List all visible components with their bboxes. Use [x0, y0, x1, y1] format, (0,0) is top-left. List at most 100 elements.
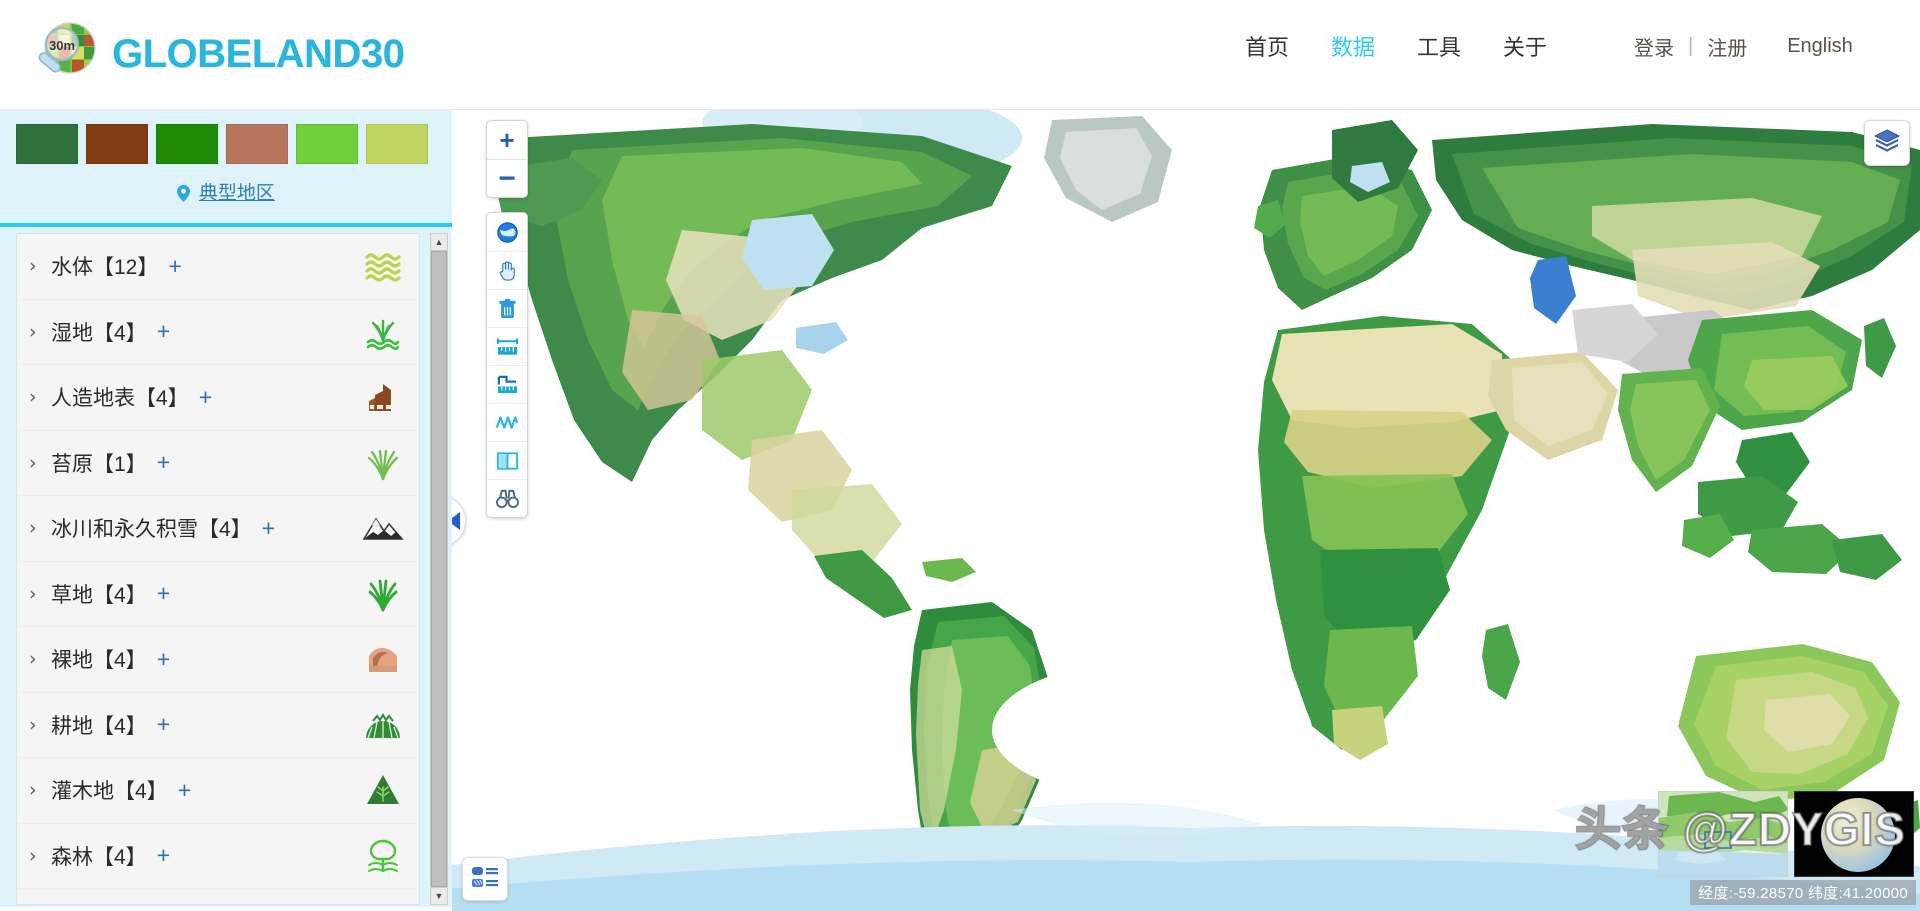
sidebar-panel: 典型地区 › 水体 【12】 + › 湿地 【4】 + › 人造地表 【4】 +…	[0, 110, 452, 911]
chevron-right-icon: ›	[29, 517, 37, 540]
chevron-right-icon: ›	[29, 582, 37, 605]
category-row-grassland[interactable]: › 草地 【4】 +	[17, 561, 419, 627]
category-row-wetland[interactable]: › 湿地 【4】 +	[17, 299, 419, 365]
category-count: 【4】	[114, 780, 168, 804]
tundra-icon	[361, 441, 405, 485]
category-label: 灌木地	[51, 780, 114, 804]
zoom-in-button[interactable]: +	[487, 121, 527, 159]
cultivated-land-icon	[361, 703, 405, 747]
artificial-surface-icon	[361, 375, 405, 419]
category-label: 森林	[51, 845, 93, 869]
category-row-forest[interactable]: › 森林 【4】 +	[17, 823, 419, 889]
wetland-icon	[361, 310, 405, 354]
legend-swatch-panel: 典型地区	[0, 110, 452, 227]
add-category-button[interactable]: +	[157, 449, 170, 476]
category-row-shrubland[interactable]: › 灌木地 【4】 +	[17, 758, 419, 824]
grassland-icon	[361, 572, 405, 616]
add-category-button[interactable]: +	[157, 842, 170, 869]
globe-icon	[1821, 798, 1895, 872]
layers-stack-icon	[1873, 128, 1901, 159]
typical-region-label: 典型地区	[198, 183, 275, 204]
color-swatch-4[interactable]	[226, 124, 288, 164]
map-viewport[interactable]: + − 头条 @ZDYGIS 经度:-59.28570 纬度:41.20000	[452, 110, 1920, 911]
category-row-cultivated-land[interactable]: › 耕地 【4】 +	[17, 692, 419, 758]
chevron-right-icon: ›	[29, 648, 37, 671]
chevron-right-icon: ›	[29, 844, 37, 867]
category-row-water[interactable]: › 水体 【12】 +	[17, 234, 419, 300]
thumbnail-landcover-preview[interactable]	[1658, 791, 1788, 877]
add-category-button[interactable]: +	[168, 253, 181, 280]
color-swatch-3[interactable]	[156, 124, 218, 164]
nav-item-data[interactable]: 数据	[1331, 30, 1375, 62]
color-swatch-6[interactable]	[366, 124, 428, 164]
category-label: 人造地表	[51, 387, 135, 411]
glacier-snow-icon	[361, 506, 405, 550]
category-row-tundra[interactable]: › 苔原 【1】 +	[17, 430, 419, 496]
logo-badge-text: 30m	[49, 38, 75, 53]
layers-button[interactable]	[1864, 120, 1910, 166]
site-header: 30m GLOBELAND30 首页 数据 工具 关于 登录 | 注册 Engl…	[0, 0, 1920, 110]
legend-list-icon	[470, 864, 500, 895]
login-link[interactable]: 登录	[1634, 32, 1674, 61]
binoculars-search-icon[interactable]	[487, 479, 527, 517]
zoom-out-button[interactable]: −	[487, 159, 527, 197]
add-category-button[interactable]: +	[157, 711, 170, 738]
language-switch-link[interactable]: English	[1787, 35, 1853, 58]
measure-area-icon[interactable]	[487, 365, 527, 403]
scroll-down-button[interactable]: ▼	[431, 887, 447, 904]
zoom-controls: + −	[486, 120, 528, 198]
add-category-button[interactable]: +	[157, 318, 170, 345]
category-row-glacier-snow[interactable]: › 冰川和永久积雪 【4】 +	[17, 496, 419, 562]
brand-logo[interactable]: 30m GLOBELAND30	[26, 18, 405, 92]
add-category-button[interactable]: +	[199, 384, 212, 411]
add-category-button[interactable]: +	[157, 646, 170, 673]
pan-hand-icon[interactable]	[487, 251, 527, 289]
typical-region-link[interactable]: 典型地区	[0, 178, 452, 205]
chevron-right-icon: ›	[29, 255, 37, 278]
home-globe-icon[interactable]	[487, 213, 527, 251]
legend-toggle-button[interactable]	[462, 857, 508, 901]
category-count: 【4】	[198, 518, 252, 542]
thumbnail-globe-preview[interactable]	[1794, 791, 1914, 877]
category-row-artificial-surface[interactable]: › 人造地表 【4】 +	[17, 365, 419, 431]
draw-polyline-icon[interactable]	[487, 403, 527, 441]
add-category-button[interactable]: +	[178, 777, 191, 804]
water-icon	[361, 244, 405, 288]
swipe-compare-icon[interactable]	[487, 441, 527, 479]
location-pin-icon	[177, 184, 195, 203]
category-list-wrapper: › 水体 【12】 + › 湿地 【4】 + › 人造地表 【4】 + › 苔原…	[0, 227, 452, 907]
chevron-right-icon: ›	[29, 386, 37, 409]
category-count: 【4】	[135, 387, 189, 411]
forest-icon	[361, 834, 405, 878]
map-tool-panel	[486, 212, 528, 518]
user-navigation: 登录 | 注册 English	[1634, 32, 1853, 61]
clear-trash-icon[interactable]	[487, 289, 527, 327]
category-label: 水体	[51, 256, 93, 280]
nav-item-about[interactable]: 关于	[1503, 30, 1547, 62]
color-swatch-row	[0, 110, 452, 164]
add-category-button[interactable]: +	[157, 580, 170, 607]
scrollbar-thumb[interactable]	[431, 251, 447, 887]
register-link[interactable]: 注册	[1707, 32, 1747, 61]
scroll-up-button[interactable]: ▲	[431, 234, 447, 251]
category-count: 【4】	[93, 583, 147, 607]
category-label: 裸地	[51, 649, 93, 673]
coordinate-readout: 经度:-59.28570 纬度:41.20000	[1690, 880, 1916, 905]
color-swatch-5[interactable]	[296, 124, 358, 164]
category-label: 草地	[51, 583, 93, 607]
add-category-button[interactable]: +	[262, 515, 275, 542]
shrubland-icon	[361, 768, 405, 812]
nav-item-tools[interactable]: 工具	[1417, 30, 1461, 62]
color-swatch-1[interactable]	[16, 124, 78, 164]
color-swatch-2[interactable]	[86, 124, 148, 164]
chevron-right-icon: ›	[29, 320, 37, 343]
brand-title: GLOBELAND30	[112, 32, 405, 76]
category-label: 耕地	[51, 714, 93, 738]
category-row-bareland[interactable]: › 裸地 【4】 +	[17, 627, 419, 693]
measure-distance-icon[interactable]	[487, 327, 527, 365]
chevron-right-icon: ›	[29, 451, 37, 474]
category-count: 【4】	[93, 845, 147, 869]
sidebar-scrollbar[interactable]: ▲ ▼	[430, 233, 448, 905]
nav-item-home[interactable]: 首页	[1245, 30, 1289, 62]
collapse-left-arrow-icon	[452, 512, 460, 530]
